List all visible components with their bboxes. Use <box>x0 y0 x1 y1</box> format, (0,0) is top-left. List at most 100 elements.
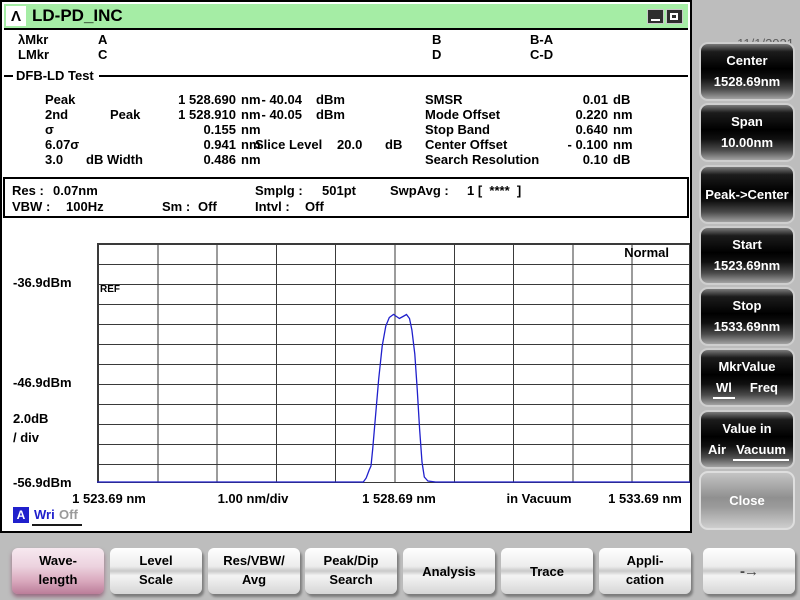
function-key-analysis[interactable]: Analysis <box>403 548 495 594</box>
res-label: Res : <box>12 183 44 198</box>
wl-marker-label: λMkr <box>18 32 49 47</box>
minimize-button[interactable] <box>647 8 664 24</box>
swpavg-label: SwpAvg : <box>390 183 449 198</box>
sm-value: Off <box>198 199 217 214</box>
trace-write-indicator: Wri <box>34 507 55 522</box>
analysis-section-separator: DFB-LD Test <box>4 68 688 83</box>
analysis-value: 0.10 <box>582 152 608 167</box>
marker-b: B <box>432 32 442 47</box>
softkey-start[interactable]: Start 1523.69nm <box>699 226 795 285</box>
smplg-label: Smplg : <box>255 183 303 198</box>
analysis-unit: nm <box>613 107 633 122</box>
analysis-label: 2nd <box>45 107 69 122</box>
x-axis-start-label: 1 523.69 nm <box>72 491 146 506</box>
softkey-label: Span <box>731 114 763 129</box>
spectrum-trace <box>97 313 690 483</box>
minimize-icon <box>651 18 660 21</box>
analysis-value: 0.220 <box>575 107 608 122</box>
function-key-label: Analysis <box>422 563 476 579</box>
softkey-label: Start <box>732 237 762 252</box>
analysis-unit: nm <box>241 152 261 167</box>
slice-level-unit: dB <box>385 137 403 152</box>
softkey-label: Value in <box>722 421 772 436</box>
window-title: LD-PD_INC <box>32 6 123 25</box>
slice-level-label: Slice Level <box>255 137 323 152</box>
swpavg-value: 1 [ **** ] <box>467 183 522 198</box>
smplg-value: 501pt <box>322 183 356 198</box>
res-value: 0.07nm <box>53 183 98 198</box>
vbw-value: 100Hz <box>66 199 104 214</box>
analysis-section-title: DFB-LD Test <box>16 68 94 83</box>
maximize-button[interactable] <box>666 8 683 24</box>
slice-level-value: 20.0 <box>337 137 363 152</box>
softkey-value-in[interactable]: Value in Air Vacuum <box>699 410 795 469</box>
function-key-label: Level <box>139 553 173 568</box>
function-key-label: Wave- <box>39 553 77 568</box>
analysis-value: - 0.100 <box>567 137 608 152</box>
softkey-value: 1533.69nm <box>713 319 781 334</box>
analysis-unit: dB <box>613 152 631 167</box>
osa-screen: Λ LD-PD_INC λMkr A B B-A LMkr C D C-D DF… <box>0 0 800 600</box>
analysis-level: - 40.04 <box>261 92 302 107</box>
analysis-label: 3.0 <box>45 152 64 167</box>
softkey-stop[interactable]: Stop 1533.69nm <box>699 287 795 346</box>
x-axis-stop-label: 1 533.69 nm <box>608 491 682 506</box>
softkey-value: 1523.69nm <box>713 258 781 273</box>
function-key-label: Trace <box>530 563 564 579</box>
function-key-res-vbw-avg[interactable]: Res/VBW/ Avg <box>208 548 300 594</box>
analysis-value: 1 528.910 <box>178 107 236 122</box>
function-key-application[interactable]: Appli- cation <box>599 548 691 594</box>
softkey-label: Stop <box>732 298 762 313</box>
analysis-label: Search Resolution <box>425 152 540 167</box>
analysis-value: 0.01 <box>582 92 608 107</box>
intvl-label: Intvl : <box>255 199 290 214</box>
analysis-unit: dB <box>613 92 631 107</box>
analysis-label: Stop Band <box>425 122 490 137</box>
analysis-label: SMSR <box>425 92 463 107</box>
option-air[interactable]: Air <box>705 442 729 461</box>
display-mode-label: Normal <box>624 245 669 260</box>
function-key-label: cation <box>625 572 665 587</box>
analysis-label: 6.07σ <box>45 137 80 152</box>
function-key-wavelength[interactable]: Wave- length <box>12 548 104 594</box>
function-key-label: Avg <box>241 572 267 587</box>
softkey-span[interactable]: Span 10.00nm <box>699 103 795 162</box>
softkey-value: 1528.69nm <box>713 74 781 89</box>
intvl-value: Off <box>305 199 324 214</box>
marker-c-d: C-D <box>530 47 554 62</box>
softkey-peak-to-center[interactable]: Peak->Center <box>699 165 795 224</box>
softkey-label: MkrValue <box>718 359 776 374</box>
x-axis-div-label: 1.00 nm/div <box>217 491 289 506</box>
analysis-level: - 40.05 <box>261 107 302 122</box>
function-key-label: Res/VBW/ <box>223 553 285 568</box>
analysis-value: 0.941 <box>203 137 236 152</box>
analysis-value: 0.486 <box>203 152 236 167</box>
analysis-label: Center Offset <box>425 137 508 152</box>
analysis-label: σ <box>45 122 54 137</box>
analysis-level-unit: dBm <box>316 107 345 122</box>
softkey-value: 10.00nm <box>720 135 774 150</box>
analysis-unit: nm <box>241 122 261 137</box>
function-key-more[interactable]: -→ <box>703 539 800 594</box>
anritsu-logo-icon: Λ <box>6 6 26 26</box>
function-key-level-scale[interactable]: Level Scale <box>110 548 202 594</box>
option-wavelength[interactable]: Wl <box>712 380 735 399</box>
trace-a-badge: A <box>13 507 29 523</box>
analysis-value: 0.640 <box>575 122 608 137</box>
function-key-trace[interactable]: Trace <box>501 548 593 594</box>
softkey-center[interactable]: Center 1528.69nm <box>699 42 795 101</box>
option-vacuum[interactable]: Vacuum <box>733 442 789 461</box>
function-key-peak-dip-search[interactable]: Peak/Dip Search <box>305 548 397 594</box>
analysis-unit: nm <box>613 137 633 152</box>
softkey-mkr-value[interactable]: MkrValue Wl Freq <box>699 348 795 407</box>
x-axis-medium-label: in Vacuum <box>506 491 572 506</box>
option-frequency[interactable]: Freq <box>747 380 781 399</box>
x-axis-center-label: 1 528.69 nm <box>362 491 436 506</box>
y-axis-scale-label2: / div <box>13 430 40 445</box>
softkey-label: Center <box>726 53 768 68</box>
analysis-value: 0.155 <box>203 122 236 137</box>
lvl-marker-label: LMkr <box>18 47 50 62</box>
analysis-label: Peak <box>45 92 76 107</box>
softkey-close[interactable]: Close <box>699 471 795 530</box>
vbw-label: VBW : <box>12 199 51 214</box>
